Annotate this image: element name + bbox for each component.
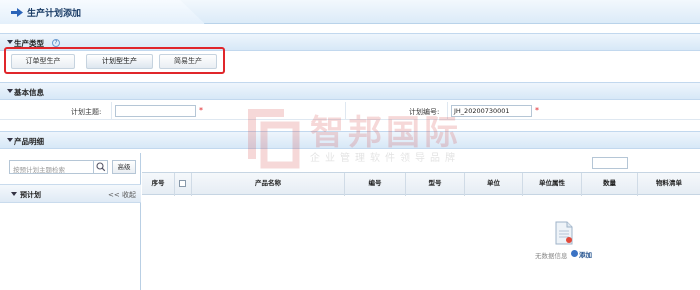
column-header: 序号 <box>142 173 175 196</box>
section-product-detail[interactable]: 产品明细 <box>0 131 700 149</box>
divider <box>345 102 346 120</box>
plan-group-label: 预计划 <box>20 191 41 199</box>
column-header: 单位 <box>465 173 523 196</box>
column-header: 编号 <box>345 173 406 196</box>
plan-number-input[interactable]: JH_20200730001 <box>451 105 532 117</box>
production-type-selector: 订单型生产 计划型生产 简易生产 <box>4 47 225 74</box>
required-mark: * <box>199 106 203 115</box>
add-row-link[interactable]: 添加 <box>579 249 592 259</box>
planned-production-button[interactable]: 计划型生产 <box>86 54 153 69</box>
empty-state-text: 无数据信息 <box>535 252 568 260</box>
caret-down-icon <box>11 192 17 196</box>
order-production-button[interactable]: 订单型生产 <box>11 54 75 69</box>
column-header: 物料清单 <box>656 179 682 187</box>
empty-document-icon <box>555 221 573 245</box>
divider <box>111 102 112 120</box>
basic-info-row: 计划主题: * 计划编号: JH_20200730001 * <box>0 102 700 120</box>
plan-search-box[interactable]: 按预计划主题检索 <box>9 160 108 174</box>
advanced-search-button[interactable]: 高级 <box>112 160 136 174</box>
section-label: 基本信息 <box>14 88 44 97</box>
column-header: 产品名称 <box>192 173 345 196</box>
caret-down-icon <box>7 89 13 93</box>
product-grid: 序号 产品名称 编号 型号 单位 单位属性 数量 物料清单 无数据信息 添加 <box>142 153 700 290</box>
title-bar: 生产计划添加 <box>0 0 700 24</box>
section-basic-info[interactable]: 基本信息 <box>0 82 700 100</box>
column-header-select <box>175 173 192 196</box>
arrow-right-icon <box>11 8 23 17</box>
search-placeholder: 按预计划主题检索 <box>13 166 65 174</box>
help-icon[interactable]: ? <box>52 39 60 47</box>
plan-group-header[interactable]: 预计划 << 收起 <box>0 184 141 203</box>
page-title: 生产计划添加 <box>27 9 82 19</box>
search-button[interactable] <box>93 161 107 173</box>
collapse-button[interactable]: << 收起 <box>108 190 136 200</box>
search-icon <box>96 162 106 172</box>
plan-number-label: 计划编号: <box>409 108 440 116</box>
caret-down-icon <box>7 40 13 44</box>
grid-filter-input[interactable] <box>592 157 628 169</box>
caret-down-icon <box>7 138 13 142</box>
section-label: 产品明细 <box>14 137 44 146</box>
select-all-checkbox[interactable] <box>179 180 186 187</box>
plan-tree-panel: 按预计划主题检索 高级 预计划 << 收起 <box>0 153 141 290</box>
grid-header: 序号 产品名称 编号 型号 单位 单位属性 数量 物料清单 <box>142 172 700 196</box>
required-mark: * <box>535 106 539 115</box>
plan-subject-input[interactable] <box>115 105 196 117</box>
divider <box>447 102 448 120</box>
plan-subject-label: 计划主题: <box>71 108 102 116</box>
column-header: 单位属性 <box>523 173 582 196</box>
column-header: 型号 <box>406 173 465 196</box>
column-header: 数量 <box>582 173 638 196</box>
simple-production-button[interactable]: 简易生产 <box>159 54 217 69</box>
add-icon[interactable] <box>571 250 578 257</box>
